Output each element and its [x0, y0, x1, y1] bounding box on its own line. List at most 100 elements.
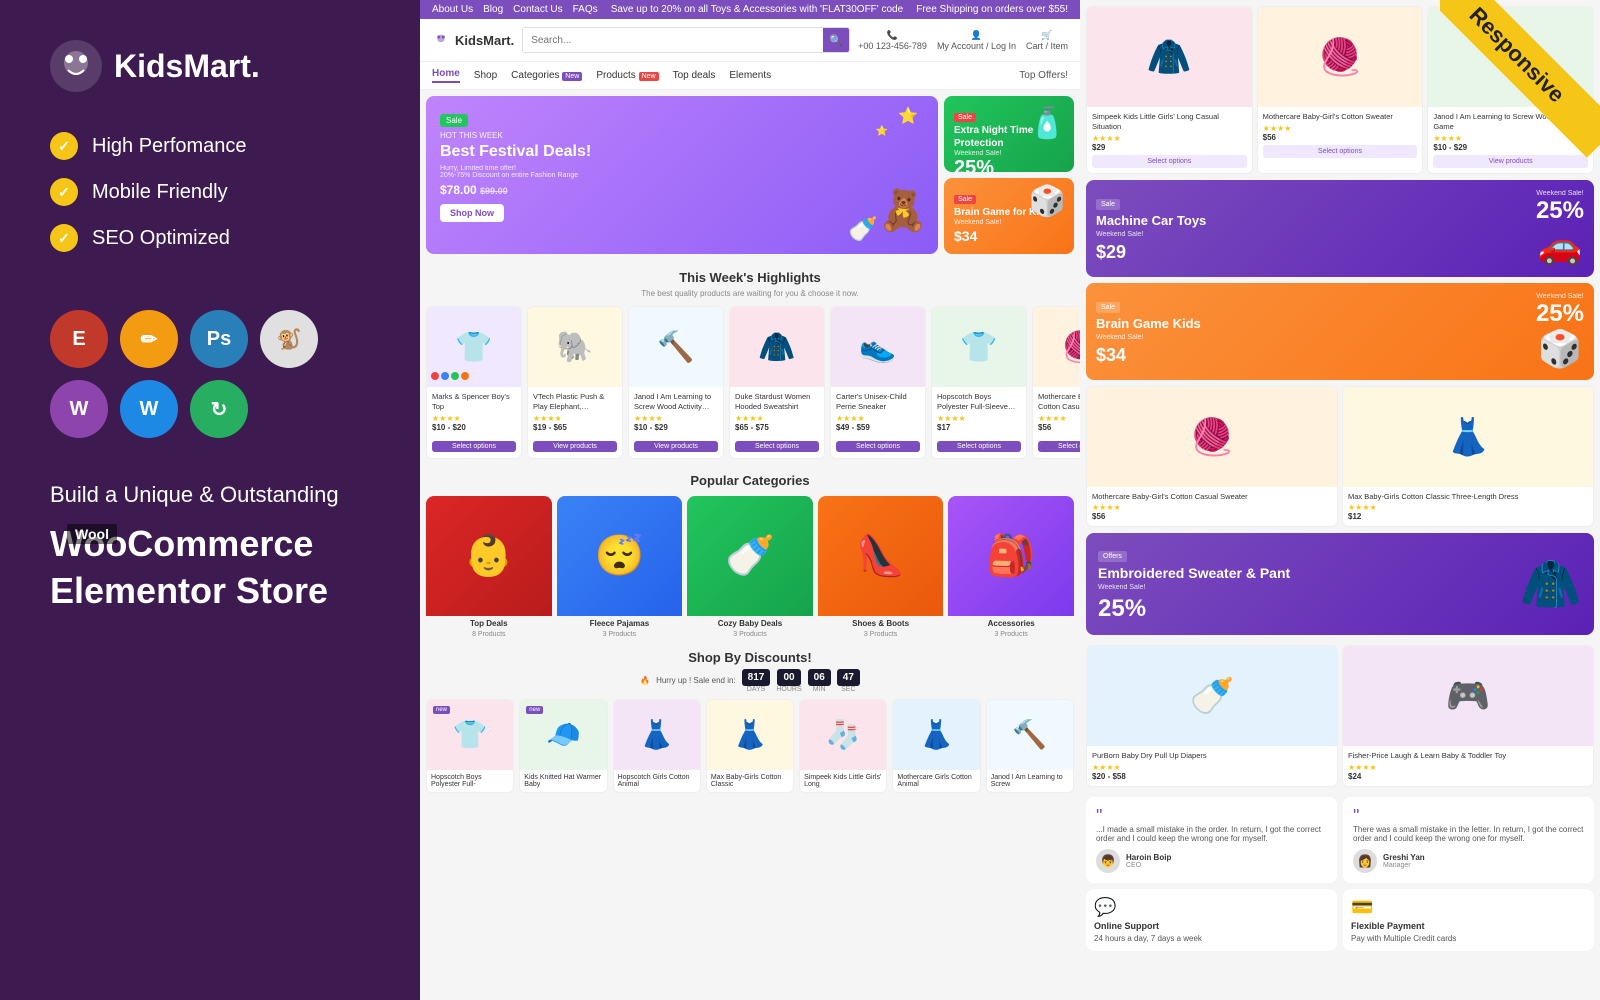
- left-panel: KidsMart. ✓ High Perfomance ✓ Mobile Fri…: [0, 0, 420, 1000]
- testimonial-0: " ...I made a small mistake in the order…: [1086, 797, 1337, 883]
- phone-action: 📞 +00 123-456-789: [858, 30, 927, 51]
- bot-name-1: Fisher-Price Laugh & Learn Baby & Toddle…: [1348, 751, 1588, 761]
- machine-car-weekend: Weekend Sale!: [1536, 190, 1584, 197]
- nav-home[interactable]: Home: [432, 68, 460, 83]
- nav-topdeals[interactable]: Top deals: [673, 70, 716, 81]
- right-btn-1[interactable]: Select options: [1263, 145, 1418, 158]
- star-decor-1: ⭐: [898, 106, 918, 126]
- discount-products-grid: 👕 new Hopscotch Boys Polyester Full- 🧢 n…: [426, 699, 1074, 793]
- top-offers[interactable]: Top Offers!: [1019, 70, 1068, 81]
- countdown-hours-group: 00 HOURS: [776, 669, 801, 693]
- brand-logo: KidsMart.: [50, 40, 370, 92]
- product-stars-4: ★★★★: [836, 414, 920, 423]
- product-btn-1[interactable]: View products: [533, 441, 617, 452]
- about-us-link[interactable]: About Us: [432, 4, 473, 15]
- elementor-icon: E: [50, 310, 108, 368]
- account-action[interactable]: 👤 My Account / Log In: [937, 30, 1016, 51]
- sweater-subtitle: Weekend Sale!: [1098, 584, 1510, 591]
- blog-link[interactable]: Blog: [483, 4, 503, 15]
- mid-img-1: 👗: [1343, 387, 1593, 487]
- cart-action[interactable]: 🛒 Cart / Item: [1026, 30, 1068, 51]
- phone-icon: 📞: [887, 30, 898, 41]
- promo-tag-1: Sale: [954, 113, 976, 122]
- disc-info-1: Kids Knitted Hat Warmer Baby: [520, 770, 606, 792]
- product-stars-2: ★★★★: [634, 414, 718, 423]
- product-btn-2[interactable]: View products: [634, 441, 718, 452]
- machine-car-discount: Weekend Sale! 25% 🚗: [1536, 190, 1584, 267]
- category-label-1: Fleece Pajamas: [557, 616, 683, 631]
- mailchimp-icon: 🐒: [260, 310, 318, 368]
- promo-tag-2: Sale: [954, 195, 976, 204]
- category-top-deals[interactable]: 👶 Top Deals 8 Products: [426, 496, 552, 638]
- right-name-0: Simpeek Kids Little Girls' Long Casual S…: [1092, 112, 1247, 132]
- faqs-link[interactable]: FAQs: [573, 4, 598, 15]
- dot-green: [451, 372, 459, 380]
- product-img-wrap-0: 👕: [427, 307, 521, 387]
- store-nav: Home Shop Categories New Products New To…: [420, 62, 1080, 90]
- hero-banner: Sale HOT THIS WEEK Best Festival Deals! …: [426, 96, 938, 254]
- hero-shop-button[interactable]: Shop Now: [440, 204, 504, 222]
- disc-info-6: Janod I Am Learning to Screw: [987, 770, 1073, 792]
- hero-section: Sale HOT THIS WEEK Best Festival Deals! …: [420, 90, 1080, 260]
- product-price-5: $17: [937, 423, 1021, 432]
- feature-label-1: High Perfomance: [92, 135, 247, 158]
- testimonial-1: " There was a small mistake in the lette…: [1343, 797, 1594, 883]
- product-card-0: 👕 Marks & Spencer Boy's Top ★★★★ $10 - $…: [426, 306, 522, 459]
- right-price-0: $29: [1092, 143, 1247, 152]
- disc-img-4: 🧦: [800, 700, 886, 770]
- machine-car-pct: 25%: [1536, 197, 1584, 225]
- product-name-5: Hopscotch Boys Polyester Full-Sleeve Che…: [937, 392, 1021, 412]
- category-fleece[interactable]: 😴 Fleece Pajamas 3 Products: [557, 496, 683, 638]
- brain-game-badge: Sale: [1096, 302, 1120, 313]
- category-cozy[interactable]: 🍼 Cozy Baby Deals 3 Products: [687, 496, 813, 638]
- feature-label-3: SEO Optimized: [92, 227, 230, 250]
- promo-card-night: Sale Extra Night Time Protection Weekend…: [944, 96, 1074, 172]
- search-button[interactable]: 🔍: [823, 27, 849, 53]
- feature-item-2: ✓ Mobile Friendly: [50, 178, 370, 206]
- header-actions: 📞 +00 123-456-789 👤 My Account / Log In …: [858, 30, 1068, 51]
- nav-products[interactable]: Products New: [596, 70, 658, 81]
- category-shoes[interactable]: 👠 Shoes & Boots 3 Products: [818, 496, 944, 638]
- product-stars-5: ★★★★: [937, 414, 1021, 423]
- nav-elements[interactable]: Elements: [729, 70, 771, 81]
- right-info-0: Simpeek Kids Little Girls' Long Casual S…: [1087, 107, 1252, 173]
- dot-red: [431, 372, 439, 380]
- disc-product-4: 🧦 Simpeek Kids Little Girls' Long: [799, 699, 887, 793]
- category-count-2: 3 Products: [687, 631, 813, 638]
- search-input[interactable]: [523, 28, 823, 52]
- product-name-6: Mothercare Baby-Girl's Cotton Casual Swe…: [1038, 392, 1080, 412]
- product-btn-3[interactable]: Select options: [735, 441, 819, 452]
- hero-title: Best Festival Deals!: [440, 142, 924, 161]
- countdown-days: 817: [742, 669, 771, 686]
- dot-blue: [441, 372, 449, 380]
- contact-link[interactable]: Contact Us: [513, 4, 562, 15]
- disc-info-4: Simpeek Kids Little Girls' Long: [800, 770, 886, 792]
- disc-badge-new-0: new: [433, 706, 450, 714]
- category-accessories[interactable]: 🎒 Accessories 3 Products: [948, 496, 1074, 638]
- countdown-label-text: Hurry up ! Sale end in:: [656, 676, 736, 685]
- category-img-0: 👶: [426, 496, 552, 616]
- support-desc: 24 hours a day, 7 days a week: [1094, 934, 1329, 943]
- star-decor-2: ⭐: [876, 126, 888, 137]
- search-bar[interactable]: 🔍: [522, 27, 850, 53]
- author-role-1: Manager: [1383, 862, 1425, 869]
- countdown-seconds-group: 47 SEC: [837, 669, 860, 693]
- product-btn-6[interactable]: Select options: [1038, 441, 1080, 452]
- machine-car-title: Machine Car Toys: [1096, 213, 1528, 229]
- nav-categories[interactable]: Categories New: [511, 70, 582, 81]
- product-btn-4[interactable]: Select options: [836, 441, 920, 452]
- right-btn-0[interactable]: Select options: [1092, 155, 1247, 168]
- quote-icon-0: ": [1096, 807, 1327, 825]
- mid-product-1: 👗 Max Baby-Girls Cotton Classic Three-Le…: [1342, 386, 1594, 528]
- seconds-label: SEC: [841, 686, 855, 693]
- bot-stars-0: ★★★★: [1092, 763, 1332, 772]
- product-name-3: Duke Stardust Women Hooded Sweatshirt: [735, 392, 819, 412]
- discounts-section: Shop By Discounts! 🔥 Hurry up ! Sale end…: [420, 644, 1080, 799]
- payment-title: Flexible Payment: [1351, 921, 1586, 931]
- product-img-3: 🧥: [730, 307, 824, 387]
- product-btn-5[interactable]: Select options: [937, 441, 1021, 452]
- mid-price-1: $12: [1348, 512, 1588, 521]
- product-btn-0[interactable]: Select options: [432, 441, 516, 452]
- nav-shop[interactable]: Shop: [474, 70, 497, 81]
- payment-desc: Pay with Multiple Credit cards: [1351, 934, 1586, 943]
